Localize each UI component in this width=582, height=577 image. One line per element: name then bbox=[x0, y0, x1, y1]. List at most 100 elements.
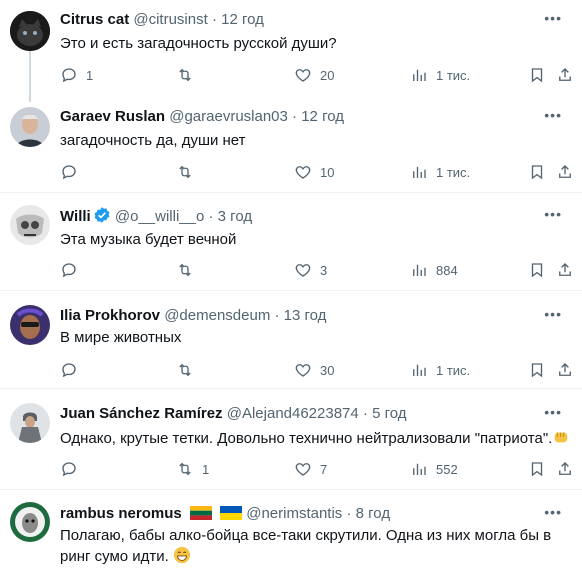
author-handle[interactable]: @demensdeum bbox=[164, 307, 270, 324]
views-icon bbox=[410, 163, 428, 181]
bookmark-button[interactable] bbox=[528, 162, 546, 182]
like-count: 30 bbox=[320, 362, 335, 378]
repost-button[interactable] bbox=[176, 162, 202, 182]
author-name[interactable]: Willi bbox=[60, 208, 91, 225]
views-button[interactable]: 1 тис. bbox=[410, 65, 470, 85]
bookmark-icon bbox=[528, 460, 546, 478]
view-count: 1 тис. bbox=[436, 362, 471, 378]
like-button[interactable]: 30 bbox=[294, 360, 334, 380]
author-handle[interactable]: @garaevruslan03 bbox=[169, 108, 288, 125]
more-icon[interactable]: ••• bbox=[544, 504, 562, 520]
repost-count: 1 bbox=[202, 461, 210, 477]
author-name[interactable]: rambus neromus bbox=[60, 505, 182, 522]
reply-button[interactable]: 1 bbox=[60, 65, 93, 85]
views-icon bbox=[410, 66, 428, 84]
tweet-text: Полагаю, бабы алко-бойца все-таки скрути… bbox=[60, 526, 560, 567]
share-icon bbox=[556, 460, 574, 478]
repost-button[interactable] bbox=[176, 65, 202, 85]
tweet[interactable]: Willi @o__willi__o · 3 год ••• Эта музык… bbox=[0, 193, 582, 291]
avatar[interactable] bbox=[10, 11, 50, 51]
action-bar: 1 7 552 bbox=[60, 459, 572, 479]
avatar[interactable] bbox=[10, 502, 50, 542]
views-icon bbox=[410, 261, 428, 279]
separator-dot: · bbox=[208, 208, 214, 225]
view-count: 552 bbox=[436, 461, 458, 477]
repost-button[interactable]: 1 bbox=[176, 459, 209, 479]
tweet[interactable]: Citrus cat @citrusinst · 12 год ••• Это … bbox=[0, 0, 582, 102]
like-count: 20 bbox=[320, 67, 335, 83]
reply-button[interactable] bbox=[60, 360, 86, 380]
tweet-text: В мире животных bbox=[60, 329, 182, 346]
tweet-text: загадочность да, души нет bbox=[60, 132, 246, 149]
tweet[interactable]: rambus neromus @nerimstantis · 8 год •••… bbox=[0, 490, 582, 577]
more-icon[interactable]: ••• bbox=[544, 107, 562, 123]
bookmark-button[interactable] bbox=[528, 360, 546, 380]
share-button[interactable] bbox=[556, 360, 574, 380]
separator-dot: · bbox=[211, 11, 217, 28]
avatar[interactable] bbox=[10, 305, 50, 345]
views-button[interactable]: 1 тис. bbox=[410, 162, 470, 182]
fist-emoji-icon bbox=[555, 432, 568, 443]
author-name[interactable]: Citrus cat bbox=[60, 11, 129, 28]
author-name[interactable]: Garaev Ruslan bbox=[60, 108, 165, 125]
repost-button[interactable] bbox=[176, 360, 202, 380]
tweet[interactable]: Juan Sánchez Ramírez @Alejand46223874 · … bbox=[0, 389, 582, 490]
lithuania-flag-icon bbox=[189, 506, 212, 520]
avatar[interactable] bbox=[10, 107, 50, 147]
thread-line bbox=[29, 50, 31, 102]
author-name[interactable]: Juan Sánchez Ramírez bbox=[60, 405, 223, 422]
reply-count: 1 bbox=[86, 67, 94, 83]
timestamp[interactable]: 3 год bbox=[218, 208, 252, 225]
bookmark-button[interactable] bbox=[528, 459, 546, 479]
views-button[interactable]: 884 bbox=[410, 260, 458, 280]
timestamp[interactable]: 13 год bbox=[284, 307, 327, 324]
ukraine-flag-icon bbox=[220, 506, 243, 520]
separator-dot: · bbox=[346, 505, 352, 522]
timestamp[interactable]: 8 год bbox=[356, 505, 390, 522]
like-count: 3 bbox=[320, 262, 328, 278]
share-button[interactable] bbox=[556, 459, 574, 479]
tweet[interactable]: Garaev Ruslan @garaevruslan03 · 12 год •… bbox=[0, 101, 582, 193]
reply-icon bbox=[60, 361, 78, 379]
share-button[interactable] bbox=[556, 65, 574, 85]
more-icon[interactable]: ••• bbox=[544, 404, 562, 420]
author-handle[interactable]: @nerimstantis bbox=[246, 505, 342, 522]
bookmark-button[interactable] bbox=[528, 65, 546, 85]
share-icon bbox=[556, 361, 574, 379]
like-button[interactable]: 10 bbox=[294, 162, 334, 182]
timestamp[interactable]: 12 год bbox=[301, 108, 344, 125]
like-button[interactable]: 7 bbox=[294, 459, 327, 479]
tweet-text-content: Однако, крутые тетки. Довольно технично … bbox=[60, 430, 553, 447]
like-button[interactable]: 20 bbox=[294, 65, 334, 85]
timestamp[interactable]: 5 год bbox=[372, 405, 406, 422]
share-button[interactable] bbox=[556, 162, 574, 182]
views-icon bbox=[410, 361, 428, 379]
more-icon[interactable]: ••• bbox=[544, 206, 562, 222]
reply-button[interactable] bbox=[60, 162, 86, 182]
avatar[interactable] bbox=[10, 403, 50, 443]
like-button[interactable]: 3 bbox=[294, 260, 327, 280]
action-bar: 3 884 bbox=[60, 260, 572, 280]
reply-button[interactable] bbox=[60, 260, 86, 280]
separator-dot: · bbox=[362, 405, 368, 422]
tweet[interactable]: Ilia Prokhorov @demensdeum · 13 год ••• … bbox=[0, 291, 582, 389]
share-icon bbox=[556, 261, 574, 279]
repost-icon bbox=[176, 361, 194, 379]
views-button[interactable]: 552 bbox=[410, 459, 458, 479]
like-icon bbox=[294, 361, 312, 379]
author-name[interactable]: Ilia Prokhorov bbox=[60, 307, 160, 324]
author-handle[interactable]: @citrusinst bbox=[133, 11, 207, 28]
reply-button[interactable] bbox=[60, 459, 86, 479]
tweet-text: Однако, крутые тетки. Довольно технично … bbox=[60, 428, 572, 449]
author-handle[interactable]: @Alejand46223874 bbox=[227, 405, 359, 422]
more-icon[interactable]: ••• bbox=[544, 10, 562, 26]
avatar[interactable] bbox=[10, 205, 50, 245]
verified-badge-icon bbox=[94, 207, 110, 223]
more-icon[interactable]: ••• bbox=[544, 306, 562, 322]
timestamp[interactable]: 12 год bbox=[221, 11, 264, 28]
bookmark-button[interactable] bbox=[528, 260, 546, 280]
repost-button[interactable] bbox=[176, 260, 202, 280]
views-button[interactable]: 1 тис. bbox=[410, 360, 470, 380]
author-handle[interactable]: @o__willi__o bbox=[115, 208, 204, 225]
share-button[interactable] bbox=[556, 260, 574, 280]
